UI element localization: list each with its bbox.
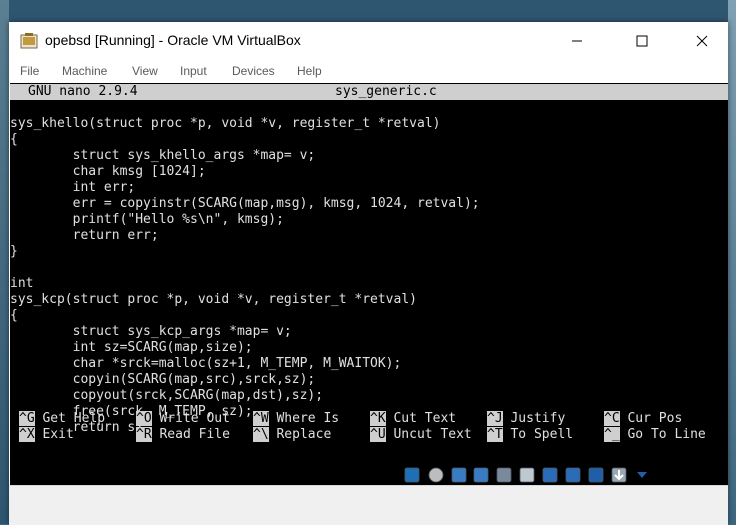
nano-filename: sys_generic.c (335, 84, 437, 99)
mouse-integration-icon[interactable] (587, 466, 605, 484)
shortcut-key: ^U (370, 427, 386, 442)
shared-folders-icon[interactable] (495, 466, 513, 484)
code-line: return err; (10, 228, 159, 243)
shortcut-label: Write Out (151, 411, 230, 426)
menu-view[interactable]: View (132, 64, 158, 78)
menu-bar: File Machine View Input Devices Help (9, 60, 728, 83)
code-line: struct sys_khello_args *map= v; (10, 148, 316, 163)
status-bar (9, 485, 728, 525)
nano-shortcut: ^O Write Out (136, 411, 230, 427)
shortcut-key: ^K (370, 411, 386, 426)
code-line: err = copyinstr(SCARG(map,msg), kmsg, 10… (10, 196, 480, 211)
nano-shortcut: ^W Where Is (253, 411, 339, 427)
maximize-icon (636, 35, 648, 47)
code-line: sys_kcp(struct proc *p, void *v, registe… (10, 292, 417, 307)
menu-devices[interactable]: Devices (232, 64, 275, 78)
code-line: int (10, 276, 34, 291)
display-icon[interactable] (518, 466, 536, 484)
title-bar[interactable]: opebsd [Running] - Oracle VM VirtualBox (9, 22, 728, 60)
usb-icon[interactable] (472, 466, 490, 484)
minimize-icon (572, 40, 582, 42)
desktop-background-left (0, 0, 9, 524)
code-line: struct sys_kcp_args *map= v; (10, 324, 292, 339)
close-icon (696, 35, 708, 47)
virtualbox-app-icon (20, 33, 38, 49)
shortcut-key: ^R (136, 427, 152, 442)
shortcut-label: Exit (34, 427, 74, 442)
shortcut-key: ^O (136, 411, 152, 426)
code-line: { (10, 132, 18, 147)
shortcut-key: ^W (253, 411, 269, 426)
nano-shortcut: ^X Exit (19, 427, 74, 443)
shortcut-label: Cut Text (385, 411, 457, 426)
shortcut-label: Go To Line (619, 427, 706, 442)
virtualization-icon[interactable] (564, 466, 582, 484)
nano-shortcut: ^K Cut Text (370, 411, 456, 427)
nano-shortcut: ^U Uncut Text (370, 427, 472, 443)
window-title: opebsd [Running] - Oracle VM VirtualBox (45, 32, 301, 48)
code-line: copyout(srck,SCARG(map,dst),sz); (10, 388, 324, 403)
code-line: sys_khello(struct proc *p, void *v, regi… (10, 116, 441, 131)
shortcut-key: ^_ (604, 427, 620, 442)
nano-shortcut: ^_ Go To Line (604, 427, 706, 443)
shortcut-key: ^T (487, 427, 503, 442)
code-line: { (10, 308, 18, 323)
shortcut-key: ^\ (253, 427, 269, 442)
code-line: char *srck=malloc(sz+1, M_TEMP, M_WAITOK… (10, 356, 402, 371)
virtualbox-window: opebsd [Running] - Oracle VM VirtualBox … (9, 22, 728, 525)
shortcut-key: ^X (19, 427, 35, 442)
menu-help[interactable]: Help (297, 64, 322, 78)
shortcut-label: Uncut Text (385, 427, 472, 442)
video-capture-icon[interactable] (541, 466, 559, 484)
shortcut-label: Where Is (268, 411, 340, 426)
maximize-button[interactable] (619, 22, 665, 60)
optical-drive-icon[interactable] (403, 466, 421, 484)
nano-shortcut: ^J Justify (487, 411, 565, 427)
shortcut-label: Read File (151, 427, 230, 442)
close-button[interactable] (679, 22, 725, 60)
audio-icon[interactable] (427, 466, 445, 484)
code-line: int sz=SCARG(map,size); (10, 340, 253, 355)
shortcut-label: Justify (502, 411, 566, 426)
code-line: copyin(SCARG(map,src),srck,sz); (10, 372, 316, 387)
code-line: int err; (10, 180, 136, 195)
nano-shortcut: ^C Cur Pos (604, 411, 682, 427)
shortcut-key: ^G (19, 411, 35, 426)
shortcut-label: Get Help (34, 411, 106, 426)
code-line: printf("Hello %s\n", kmsg); (10, 212, 284, 227)
shortcut-key: ^J (487, 411, 503, 426)
nano-shortcut: ^T To Spell (487, 427, 573, 443)
keyboard-icon[interactable] (610, 466, 628, 484)
nano-shortcut: ^\ Replace (253, 427, 331, 443)
code-line: char kmsg [1024]; (10, 164, 206, 179)
code-line: } (10, 244, 18, 259)
minimize-button[interactable] (554, 22, 600, 60)
desktop-background-top (0, 0, 736, 22)
nano-version: GNU nano 2.9.4 (28, 84, 138, 99)
shortcut-label: Cur Pos (619, 411, 683, 426)
menu-input[interactable]: Input (180, 64, 207, 78)
nano-title-bar: GNU nano 2.9.4 sys_generic.c (10, 84, 728, 100)
nano-shortcut: ^G Get Help (19, 411, 105, 427)
vm-display[interactable]: GNU nano 2.9.4 sys_generic.c sys_khello(… (10, 83, 728, 485)
shortcut-label: To Spell (502, 427, 574, 442)
desktop-background-right (728, 0, 736, 524)
menu-file[interactable]: File (20, 64, 39, 78)
menu-machine[interactable]: Machine (62, 64, 107, 78)
shortcut-key: ^C (604, 411, 620, 426)
shortcut-label: Replace (268, 427, 332, 442)
host-key-label: Right Ctrl (647, 469, 693, 481)
network-icon[interactable] (450, 466, 468, 484)
nano-shortcut: ^R Read File (136, 427, 230, 443)
